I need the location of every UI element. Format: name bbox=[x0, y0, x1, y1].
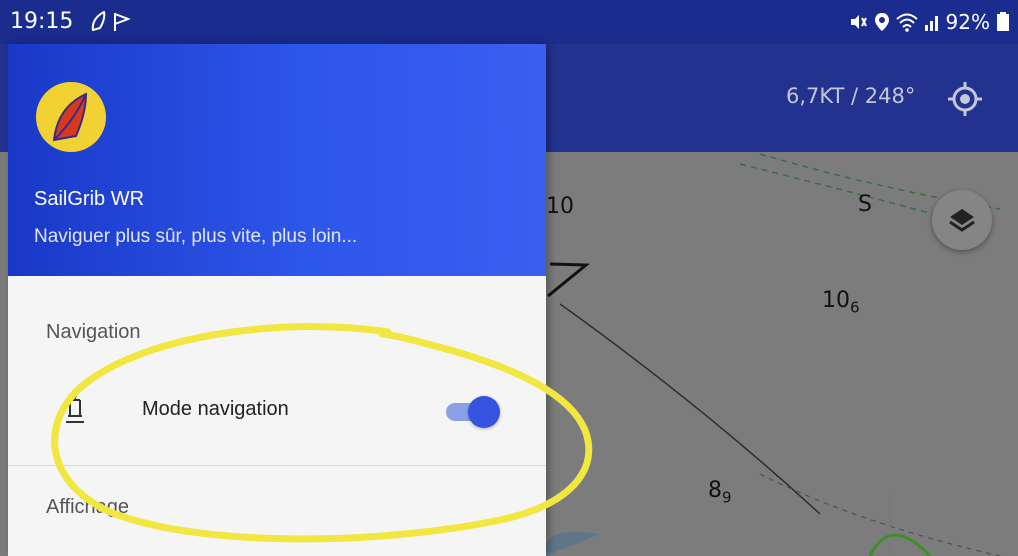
section-header-display: Affichage bbox=[46, 496, 130, 518]
battery-icon bbox=[996, 12, 1010, 32]
app-name: SailGrib WR bbox=[34, 188, 145, 210]
menu-item-label: Mode navigation bbox=[142, 398, 289, 420]
flag-notification-icon bbox=[113, 12, 131, 37]
map-depth-label: 106 bbox=[822, 288, 860, 317]
layers-icon bbox=[949, 209, 975, 232]
drawer-menu: Navigation Mode navigation Affichage bbox=[8, 276, 546, 556]
map-depth-label: S bbox=[858, 192, 872, 217]
app-logo bbox=[36, 82, 106, 152]
status-icons: 92% bbox=[848, 9, 1010, 35]
battery-percent: 92% bbox=[945, 10, 990, 34]
drawer-header: SailGrib WR Naviguer plus sûr, plus vite… bbox=[8, 44, 546, 276]
wifi-icon bbox=[895, 12, 918, 32]
divider bbox=[8, 465, 546, 466]
navigation-drawer: SailGrib WR Naviguer plus sûr, plus vite… bbox=[8, 44, 546, 556]
signal-icon bbox=[924, 12, 940, 32]
location-icon bbox=[874, 12, 890, 32]
layers-button[interactable] bbox=[932, 190, 992, 250]
navigation-mode-toggle[interactable] bbox=[442, 396, 502, 428]
map-depth-label: 10 bbox=[546, 194, 574, 219]
status-bar: 19:15 92% bbox=[0, 0, 1018, 44]
map-depth-label: 89 bbox=[708, 478, 732, 507]
menu-item-navigation-mode[interactable]: Mode navigation bbox=[8, 372, 546, 452]
section-header-navigation: Navigation bbox=[46, 321, 141, 343]
status-time: 19:15 bbox=[10, 9, 74, 34]
sail-logo-icon bbox=[52, 92, 88, 142]
app-tagline: Naviguer plus sûr, plus vite, plus loin.… bbox=[34, 226, 358, 247]
toggle-knob bbox=[468, 396, 500, 428]
sailgrib-notification-icon bbox=[90, 10, 108, 36]
mute-icon bbox=[848, 12, 868, 32]
ship-wheel-icon bbox=[58, 392, 92, 426]
